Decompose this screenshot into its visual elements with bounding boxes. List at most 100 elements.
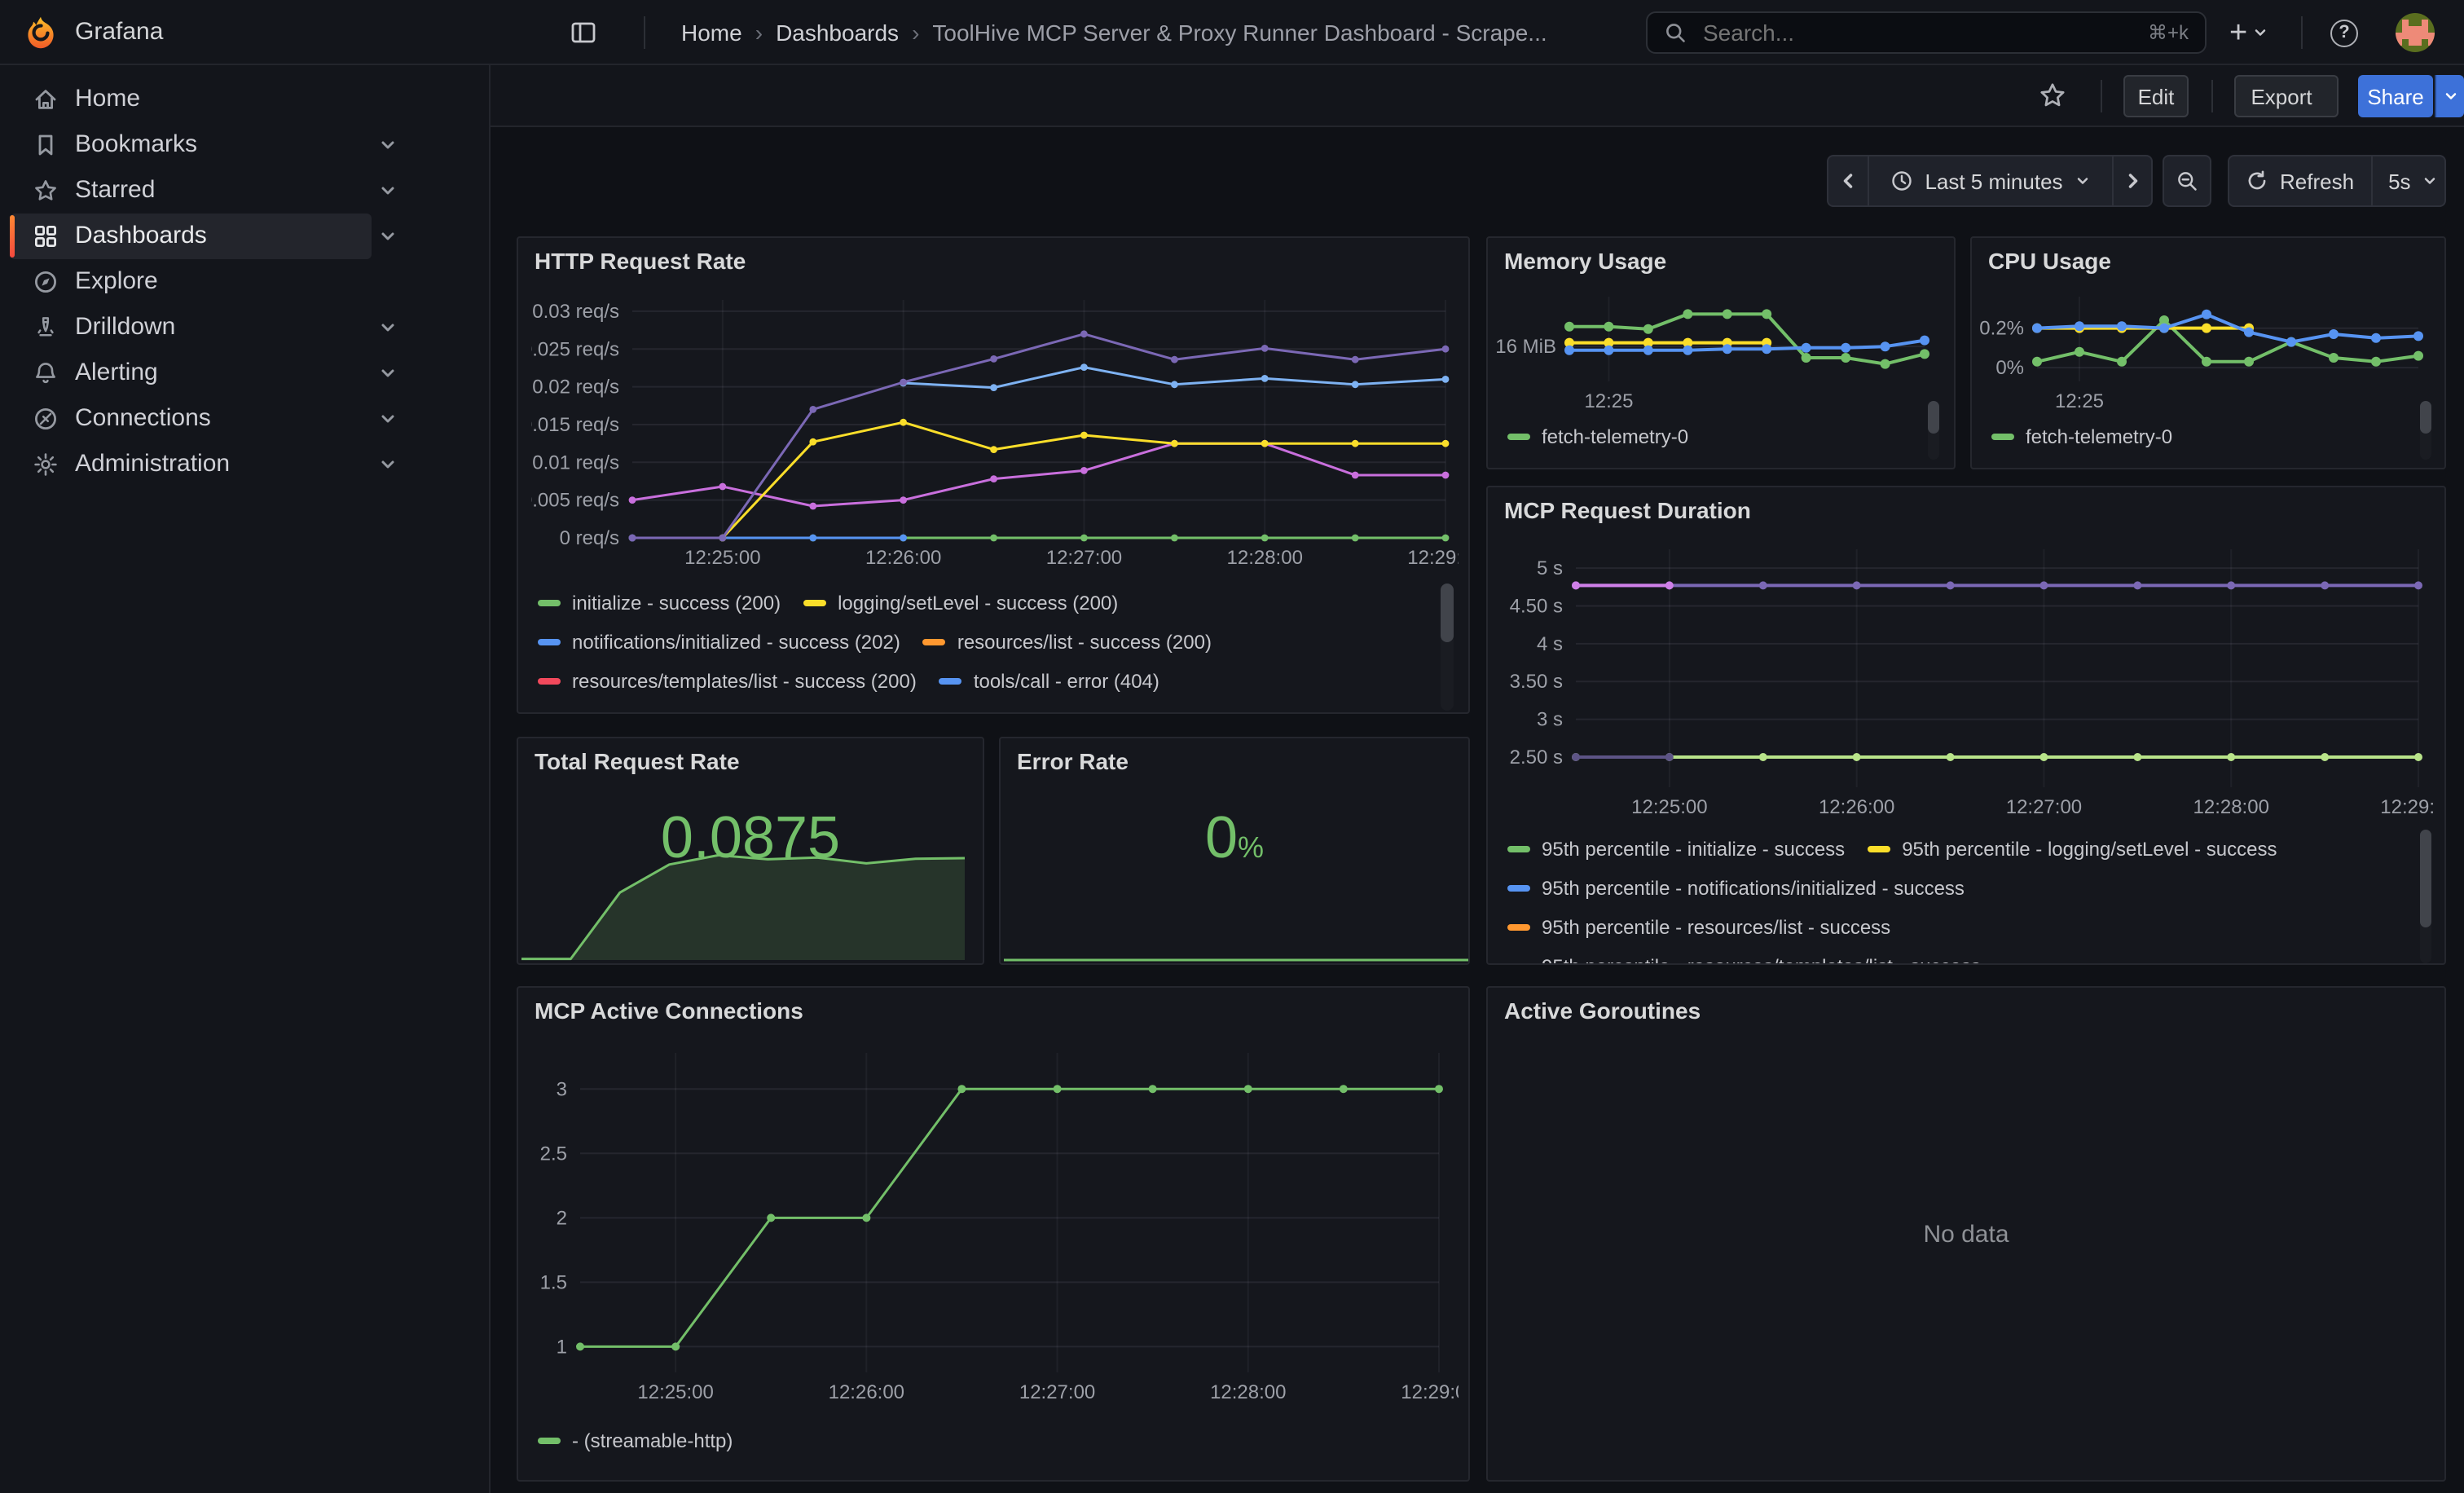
share-button[interactable]: Share	[2358, 75, 2433, 117]
sidebar-navigation: Home Bookmarks StarredDashboards Explore Dri…	[0, 65, 491, 1493]
panel-title[interactable]: Error Rate	[1017, 748, 1129, 774]
svg-text:3 s: 3 s	[1537, 709, 1563, 731]
refresh-icon	[2246, 170, 2268, 192]
legend-row: resources/templates/list - success (200)…	[538, 662, 1431, 701]
panel-title[interactable]: Total Request Rate	[535, 748, 740, 774]
panel-active-goroutines: Active Goroutines No data	[1486, 986, 2446, 1482]
panel-title[interactable]: HTTP Request Rate	[535, 248, 746, 274]
sidebar-item-starred[interactable]: Starred	[0, 168, 491, 214]
legend-swatch	[923, 639, 946, 645]
legend-label: logging/setLevel - success (200)	[838, 592, 1118, 614]
legend-item[interactable]: tools/call - success (200)	[538, 709, 787, 712]
memory-legend: fetch-telemetry-0	[1507, 417, 1899, 456]
legend-item[interactable]: notifications/initialized - success (202…	[538, 631, 900, 654]
sidebar-item-label: Bookmarks	[75, 130, 197, 158]
sidebar-item-bookmarks[interactable]: Bookmarks	[0, 122, 491, 168]
sidebar-item-connections[interactable]: Connections	[0, 396, 491, 442]
chevron-down-icon[interactable]	[378, 135, 398, 155]
legend-item[interactable]: - (streamable-http)	[538, 1429, 733, 1452]
mcp-active-connections-chart: 32.521.5112:25:0012:26:0012:27:0012:28:0…	[531, 1037, 1459, 1412]
legend-item[interactable]: resources/list - success (200)	[923, 631, 1212, 654]
legend-item[interactable]: 95th percentile - logging/setLevel - suc…	[1868, 838, 2277, 861]
panel-title[interactable]: MCP Request Duration	[1504, 497, 1751, 523]
time-range-picker[interactable]: Last 5 minutes	[1868, 156, 2112, 205]
panel-title[interactable]: MCP Active Connections	[535, 998, 803, 1024]
topbar-divider	[2301, 16, 2303, 49]
legend-item[interactable]: unknown - success (200)	[1077, 709, 1329, 712]
favorite-star-icon[interactable]	[2039, 81, 2068, 111]
chevron-down-icon[interactable]	[378, 181, 398, 200]
share-menu-button[interactable]	[2435, 75, 2464, 117]
svg-text:12:25: 12:25	[2055, 390, 2104, 407]
zoom-out-button[interactable]	[2163, 155, 2211, 207]
legend-item[interactable]: logging/setLevel - success (200)	[803, 592, 1118, 614]
apps-icon	[33, 223, 59, 249]
legend-scrollbar-thumb[interactable]	[1441, 584, 1454, 642]
duration-legend: 95th percentile - initialize - success 95…	[1507, 830, 2413, 963]
legend-row: fetch-telemetry-0	[1991, 417, 2383, 456]
legend-item[interactable]: fetch-telemetry-0	[1991, 425, 2172, 448]
legend-label: 95th percentile - resources/list - succe…	[1542, 916, 1890, 939]
breadcrumb-item[interactable]: Dashboards	[776, 20, 899, 46]
legend-item[interactable]: fetch-telemetry-0	[1507, 425, 1688, 448]
sidebar-item-dashboards[interactable]: Dashboards	[0, 214, 491, 259]
sidebar-item-label: Administration	[75, 450, 230, 478]
chevron-down-icon[interactable]	[378, 227, 398, 246]
export-button[interactable]: Export	[2234, 75, 2339, 117]
dashboard-canvas: Last 5 minutes Refresh 5s HTTP Req	[491, 127, 2464, 1493]
sidebar-item-drilldown[interactable]: Drilldown	[0, 305, 491, 350]
legend-swatch	[1991, 434, 2014, 440]
svg-text:5 s: 5 s	[1537, 557, 1563, 579]
sidebar-item-explore[interactable]: Explore	[0, 259, 491, 305]
search-bar[interactable]: ⌘+k	[1646, 11, 2207, 54]
legend-item[interactable]: initialize - success (200)	[538, 592, 781, 614]
legend-item[interactable]: 95th percentile - resources/templates/li…	[1507, 955, 1981, 963]
edit-button[interactable]: Edit	[2123, 75, 2189, 117]
search-input[interactable]	[1700, 18, 2135, 47]
sidebar-toggle-icon[interactable]	[570, 20, 596, 46]
legend-item[interactable]: tools/call - error (404)	[939, 670, 1159, 693]
brand-name: Grafana	[75, 18, 163, 46]
sidebar-item-label: Alerting	[75, 359, 158, 386]
legend-item[interactable]: resources/templates/list - success (200)	[538, 670, 917, 693]
legend-item[interactable]: 95th percentile - initialize - success	[1507, 838, 1845, 861]
sidebar-item-home[interactable]: Home	[0, 77, 491, 122]
refresh-button[interactable]: Refresh	[2229, 156, 2370, 205]
panel-title[interactable]: Memory Usage	[1504, 248, 1666, 274]
grafana-logo-icon[interactable]	[23, 15, 59, 51]
legend-item[interactable]: 95th percentile - resources/list - succe…	[1507, 916, 1890, 939]
legend-scrollbar-thumb[interactable]	[2420, 401, 2431, 434]
svg-text:0.01 req/s: 0.01 req/s	[532, 451, 619, 473]
chevron-down-icon[interactable]	[378, 455, 398, 474]
chevron-down-icon[interactable]	[378, 363, 398, 383]
legend-row: - (streamable-http)	[538, 1421, 1190, 1460]
chevron-down-icon[interactable]	[378, 409, 398, 429]
panel-memory-usage: Memory Usage 16 MiB12:25 fetch-telemetry…	[1486, 236, 1956, 469]
breadcrumb-item[interactable]: Home	[681, 20, 742, 46]
panel-title[interactable]: CPU Usage	[1988, 248, 2111, 274]
legend-item[interactable]: tools/list - success (200)	[810, 709, 1054, 712]
legend-scrollbar-thumb[interactable]	[1928, 401, 1939, 434]
sidebar-item-administration[interactable]: Administration	[0, 442, 491, 487]
legend-label: - (streamable-http)	[572, 1429, 733, 1452]
time-shift-back-button[interactable]	[1828, 156, 1868, 205]
legend-item[interactable]: 95th percentile - notifications/initiali…	[1507, 877, 1965, 900]
help-button[interactable]: ?	[2330, 13, 2358, 52]
legend-swatch	[1507, 924, 1530, 931]
panel-mcp-active-connections: MCP Active Connections 32.521.5112:25:00…	[517, 986, 1470, 1482]
mcp-request-duration-chart: 5 s4.50 s4 s3.50 s3 s2.50 s12:25:0012:26…	[1501, 536, 2435, 823]
time-shift-forward-button[interactable]	[2112, 156, 2151, 205]
chevron-down-icon[interactable]	[378, 318, 398, 337]
refresh-interval-picker[interactable]: 5s	[2370, 156, 2446, 205]
sidebar-item-alerting[interactable]: Alerting	[0, 350, 491, 396]
legend-scrollbar-thumb[interactable]	[2420, 830, 2431, 927]
svg-text:1.5: 1.5	[540, 1271, 567, 1293]
svg-text:12:29:00: 12:29:00	[1407, 547, 1459, 569]
avatar-pixel-art	[2396, 13, 2402, 20]
new-menu-button[interactable]: +	[2229, 13, 2268, 52]
error-rate-unit: %	[1238, 831, 1264, 864]
sidebar-item-label: Explore	[75, 267, 158, 295]
legend-swatch	[939, 678, 962, 685]
user-avatar[interactable]	[2396, 13, 2435, 52]
legend-label: 95th percentile - resources/templates/li…	[1542, 955, 1981, 963]
